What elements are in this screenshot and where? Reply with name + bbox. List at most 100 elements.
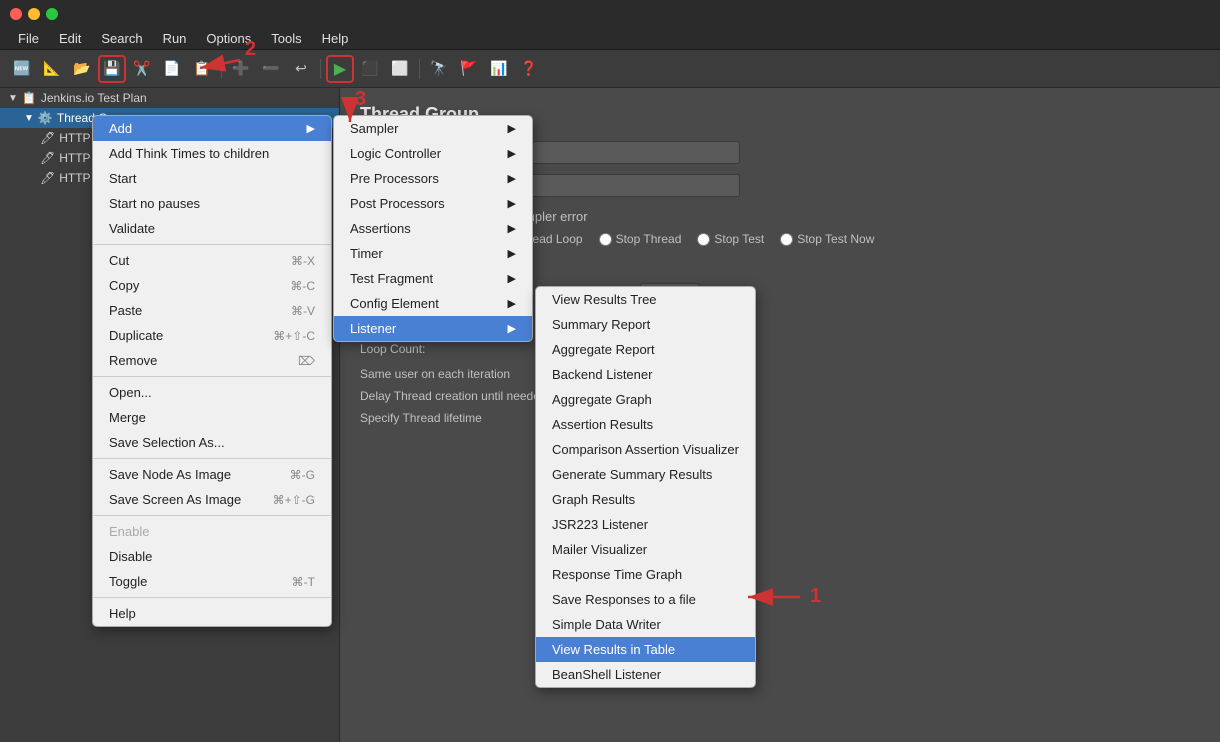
context-menu: Add ▶ Add Think Times to children Start …	[92, 115, 332, 627]
listener-response-time[interactable]: Response Time Graph	[536, 562, 755, 587]
listener-backend[interactable]: Backend Listener	[536, 362, 755, 387]
toggle-shortcut: ⌘-T	[292, 575, 315, 589]
menu-help[interactable]: Help	[312, 29, 359, 48]
maximize-button[interactable]	[46, 8, 58, 20]
ctx-help[interactable]: Help	[93, 601, 331, 626]
toolbar: 🆕 📐 📂 💾 ✂️ 📄 📋 ➕ ➖ ↩ ▶ ⬛ ⬜ 🔭 🚩 📊 ❓	[0, 50, 1220, 88]
paste-button[interactable]: 📋	[188, 55, 216, 83]
ctx-copy[interactable]: Copy ⌘-C	[93, 273, 331, 298]
delay-field: Delay Thread creation until needed	[360, 389, 1200, 403]
ctx-save-sel[interactable]: Save Selection As...	[93, 430, 331, 455]
ctx-merge[interactable]: Merge	[93, 405, 331, 430]
listener-aggregate[interactable]: Aggregate Report	[536, 337, 755, 362]
listener-comparison[interactable]: Comparison Assertion Visualizer	[536, 437, 755, 462]
listener-summary[interactable]: Summary Report	[536, 312, 755, 337]
ctx-remove[interactable]: Remove ⌦	[93, 348, 331, 373]
remove-shortcut: ⌦	[298, 354, 315, 368]
copy-button[interactable]: 📄	[158, 55, 186, 83]
ctx-start[interactable]: Start	[93, 166, 331, 191]
ctx-add[interactable]: Add ▶	[93, 116, 331, 141]
add-submenu: Sampler ▶ Logic Controller ▶ Pre Process…	[333, 115, 533, 342]
sep2	[320, 59, 321, 79]
ctx-save-screen-img[interactable]: Save Screen As Image ⌘+⇧-G	[93, 487, 331, 512]
listener-view-table[interactable]: View Results in Table	[536, 637, 755, 662]
ctx-start-no-pauses[interactable]: Start no pauses	[93, 191, 331, 216]
header-icon: 🖊	[40, 151, 55, 165]
ctx-toggle[interactable]: Toggle ⌘-T	[93, 569, 331, 594]
add-submenu-arrow: ▶	[307, 122, 315, 135]
sep-ctx-3	[93, 458, 331, 459]
radio-stop-now[interactable]: Stop Test Now	[780, 232, 874, 246]
threadgroup-icon: ⚙️	[38, 111, 53, 125]
new-button[interactable]: 🆕	[8, 55, 36, 83]
save-button[interactable]: 💾	[98, 55, 126, 83]
template-button[interactable]: 📐	[38, 55, 66, 83]
add-listener[interactable]: Listener ▶	[334, 316, 532, 341]
paste-shortcut: ⌘-V	[291, 304, 315, 318]
menu-options[interactable]: Options	[196, 29, 261, 48]
ctx-think-times[interactable]: Add Think Times to children	[93, 141, 331, 166]
remove-button[interactable]: ➖	[257, 55, 285, 83]
cut-button[interactable]: ✂️	[128, 55, 156, 83]
expand-arrow: ▼	[8, 93, 18, 104]
listener-beanshell[interactable]: BeanShell Listener	[536, 662, 755, 687]
menu-search[interactable]: Search	[91, 29, 152, 48]
close-button[interactable]	[10, 8, 22, 20]
listener-save-responses[interactable]: Save Responses to a file	[536, 587, 755, 612]
listener-gen-summary[interactable]: Generate Summary Results	[536, 462, 755, 487]
clear-button[interactable]: ⬜	[386, 55, 414, 83]
undo-button[interactable]: ↩	[287, 55, 315, 83]
ctx-enable: Enable	[93, 519, 331, 544]
sep3	[419, 59, 420, 79]
radio-stop-test[interactable]: Stop Test	[697, 232, 764, 246]
ctx-duplicate[interactable]: Duplicate ⌘+⇧-C	[93, 323, 331, 348]
listener-mailer[interactable]: Mailer Visualizer	[536, 537, 755, 562]
sep-ctx-4	[93, 515, 331, 516]
listener-submenu: View Results Tree Summary Report Aggrega…	[535, 286, 756, 688]
ctx-cut[interactable]: Cut ⌘-X	[93, 248, 331, 273]
listener-agg-graph[interactable]: Aggregate Graph	[536, 387, 755, 412]
menu-tools[interactable]: Tools	[261, 29, 311, 48]
stop-run-button[interactable]: ⬛	[356, 55, 384, 83]
add-pre-proc[interactable]: Pre Processors ▶	[334, 166, 532, 191]
open-button[interactable]: 📂	[68, 55, 96, 83]
run-button[interactable]: ▶	[326, 55, 354, 83]
ctx-paste[interactable]: Paste ⌘-V	[93, 298, 331, 323]
listener-jsr223[interactable]: JSR223 Listener	[536, 512, 755, 537]
minimize-button[interactable]	[28, 8, 40, 20]
radio-stop-thread[interactable]: Stop Thread	[599, 232, 682, 246]
help-button[interactable]: ❓	[515, 55, 543, 83]
ctx-validate[interactable]: Validate	[93, 216, 331, 241]
listener-view-tree[interactable]: View Results Tree	[536, 287, 755, 312]
menu-run[interactable]: Run	[153, 29, 197, 48]
add-post-proc[interactable]: Post Processors ▶	[334, 191, 532, 216]
ctx-open[interactable]: Open...	[93, 380, 331, 405]
loop-field: Loop Count:	[360, 339, 1200, 359]
sep-ctx-1	[93, 244, 331, 245]
add-timer[interactable]: Timer ▶	[334, 241, 532, 266]
sep1	[221, 59, 222, 79]
listener-graph-results[interactable]: Graph Results	[536, 487, 755, 512]
add-logic-ctrl[interactable]: Logic Controller ▶	[334, 141, 532, 166]
sep-ctx-5	[93, 597, 331, 598]
listener-simple-writer[interactable]: Simple Data Writer	[536, 612, 755, 637]
add-config-element[interactable]: Config Element ▶	[334, 291, 532, 316]
add-button[interactable]: ➕	[227, 55, 255, 83]
menu-file[interactable]: File	[8, 29, 49, 48]
flag-button[interactable]: 🚩	[455, 55, 483, 83]
expand-arrow-tg: ▼	[24, 113, 34, 124]
add-sampler[interactable]: Sampler ▶	[334, 116, 532, 141]
menubar: File Edit Search Run Options Tools Help	[0, 28, 1220, 50]
sni-shortcut: ⌘-G	[290, 468, 315, 482]
listener-assertion-results[interactable]: Assertion Results	[536, 412, 755, 437]
titlebar	[0, 0, 1220, 28]
ctx-disable[interactable]: Disable	[93, 544, 331, 569]
sep-ctx-2	[93, 376, 331, 377]
menu-edit[interactable]: Edit	[49, 29, 91, 48]
ctx-save-node-img[interactable]: Save Node As Image ⌘-G	[93, 462, 331, 487]
list-button[interactable]: 📊	[485, 55, 513, 83]
tree-item-testplan[interactable]: ▼ 📋 Jenkins.io Test Plan	[0, 88, 339, 108]
binoculars-button[interactable]: 🔭	[425, 55, 453, 83]
add-test-fragment[interactable]: Test Fragment ▶	[334, 266, 532, 291]
add-assertions[interactable]: Assertions ▶	[334, 216, 532, 241]
